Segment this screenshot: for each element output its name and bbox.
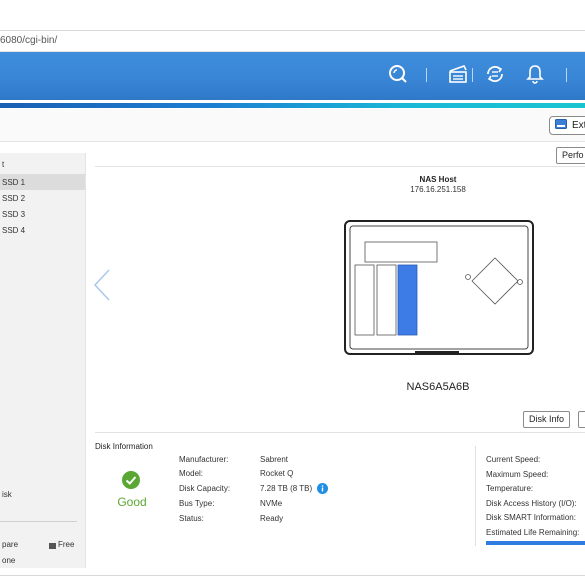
- legend-none-label: one: [2, 556, 16, 565]
- toolbar: [0, 109, 585, 142]
- sidebar-item-ssd2[interactable]: SSD 2: [2, 194, 25, 203]
- task-icon[interactable]: [447, 63, 469, 85]
- check-circle-icon: [122, 471, 140, 489]
- manufacturer-value: Sabrent: [260, 455, 289, 464]
- nas-host-label: NAS Host: [419, 175, 457, 184]
- sidebar-item-disk[interactable]: isk: [2, 490, 12, 499]
- disk-info-button[interactable]: Disk Info: [523, 411, 571, 428]
- capacity-value: 7.28 TB (8 TB): [260, 484, 313, 493]
- performance-button[interactable]: Perfo: [556, 147, 585, 164]
- bus-type-label: Bus Type:: [179, 499, 215, 508]
- smart-info-label: Disk SMART Information:: [486, 513, 576, 522]
- header-separator: [426, 68, 427, 82]
- life-remaining-label: Estimated Life Remaining:: [486, 528, 580, 537]
- health-status: Good: [117, 495, 147, 509]
- sidebar-heading: t: [2, 160, 5, 169]
- legend-free-swatch: [49, 543, 56, 549]
- sidebar-item-ssd3[interactable]: SSD 3: [2, 210, 25, 219]
- header-accent-bar: [0, 103, 585, 108]
- sidebar-divider: [0, 521, 77, 522]
- content-divider: [95, 166, 585, 167]
- status-label: Status:: [179, 514, 204, 523]
- drive-slot-selected: [397, 264, 418, 336]
- model-value: Rocket Q: [260, 469, 294, 478]
- legend-free-label: Free: [58, 540, 75, 549]
- sidebar-item-ssd1[interactable]: SSD 1: [2, 178, 25, 187]
- address-text[interactable]: 6080/cgi-bin/: [0, 35, 57, 46]
- notification-icon[interactable]: [524, 63, 546, 85]
- drive-slot-2: [376, 264, 397, 336]
- legend-spare-label: pare: [2, 540, 19, 549]
- temperature-label: Temperature:: [486, 484, 534, 493]
- lcd-panel: [364, 241, 438, 263]
- nas-name: NAS6A5A6B: [406, 381, 470, 393]
- bottom-divider: [0, 575, 585, 576]
- info-icon[interactable]: [317, 483, 328, 494]
- info-column-divider: [475, 446, 476, 546]
- nas-host-ip: 176.16.251.158: [410, 185, 466, 194]
- model-label: Model:: [179, 469, 204, 478]
- nas-device-diagram: [344, 220, 534, 355]
- search-icon[interactable]: [387, 63, 409, 85]
- status-value: Ready: [260, 514, 284, 523]
- drive-slot-1: [354, 264, 375, 336]
- sidebar-item-ssd4[interactable]: SSD 4: [2, 226, 25, 235]
- external-device-icon: [555, 119, 567, 129]
- next-button[interactable]: [578, 411, 585, 428]
- header-separator: [566, 68, 567, 82]
- browser-tab-bar: [0, 0, 585, 31]
- info-divider: [95, 432, 585, 433]
- current-speed-label: Current Speed:: [486, 455, 541, 464]
- sync-icon[interactable]: [484, 63, 506, 85]
- manufacturer-label: Manufacturer:: [179, 455, 229, 464]
- capacity-label: Disk Capacity:: [179, 484, 231, 493]
- previous-arrow-icon[interactable]: [92, 268, 112, 302]
- maximum-speed-label: Maximum Speed:: [486, 470, 549, 479]
- address-bar[interactable]: [0, 31, 585, 52]
- header-separator: [472, 68, 473, 82]
- life-remaining-bar: [486, 541, 585, 545]
- disk-info-title: Disk Information: [95, 442, 153, 451]
- bus-type-value: NVMe: [260, 499, 283, 508]
- access-history-label: Disk Access History (I/O):: [486, 499, 577, 508]
